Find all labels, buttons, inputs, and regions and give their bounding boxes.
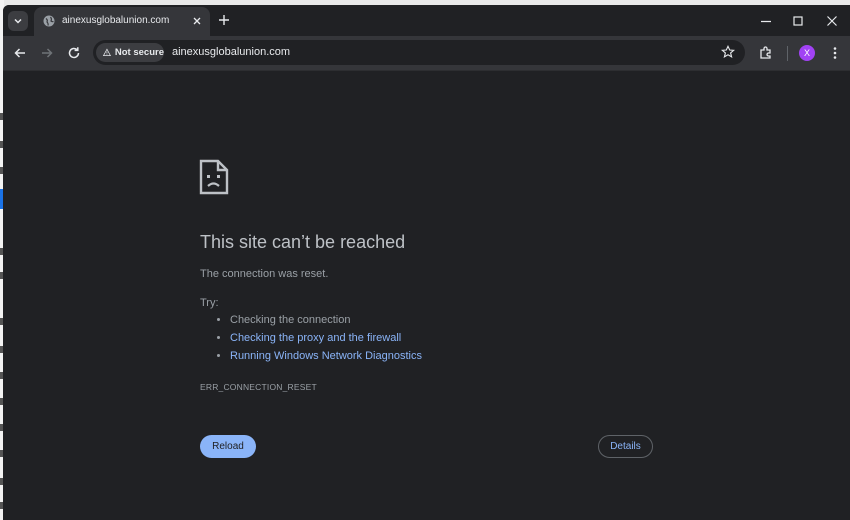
chevron-down-icon	[14, 18, 22, 24]
more-menu-icon[interactable]	[827, 45, 843, 61]
page-content: This site can’t be reached The connectio…	[3, 70, 850, 520]
suggestion-link-network-diagnostics[interactable]: Running Windows Network Diagnostics	[230, 350, 422, 362]
globe-icon	[43, 15, 55, 27]
forward-arrow-icon[interactable]	[39, 45, 55, 61]
new-tab-plus-icon[interactable]	[217, 13, 231, 27]
suggestion-item: Checking the connection	[230, 311, 422, 329]
security-label: Not secure	[114, 47, 164, 58]
reload-button[interactable]: Reload	[200, 435, 256, 458]
suggestions-list: Checking the connection Checking the pro…	[213, 311, 422, 365]
suggestion-item[interactable]: Checking the proxy and the firewall	[230, 329, 422, 347]
tab-title: ainexusglobalunion.com	[62, 15, 170, 26]
close-icon[interactable]	[191, 15, 203, 27]
bookmark-star-icon[interactable]	[721, 45, 735, 59]
suggestion-link-proxy-firewall[interactable]: Checking the proxy and the firewall	[230, 332, 401, 344]
back-arrow-icon[interactable]	[12, 45, 28, 61]
extensions-puzzle-icon[interactable]	[758, 45, 774, 61]
toolbar: Not secure ainexusglobalunion.com X	[3, 36, 850, 70]
browser-window: ainexusglobalunion.com Not secure ainexu…	[3, 5, 850, 520]
tab-active[interactable]: ainexusglobalunion.com	[34, 7, 210, 36]
warning-triangle-icon	[103, 48, 111, 57]
tab-strip: ainexusglobalunion.com	[3, 5, 850, 36]
try-label: Try:	[200, 297, 219, 309]
error-headline: This site can’t be reached	[200, 232, 406, 252]
window-close-icon[interactable]	[825, 14, 839, 28]
address-bar[interactable]: Not secure ainexusglobalunion.com	[93, 40, 745, 65]
error-code: ERR_CONNECTION_RESET	[200, 382, 317, 392]
tab-search-button[interactable]	[8, 11, 28, 31]
url-text[interactable]: ainexusglobalunion.com	[172, 46, 290, 58]
suggestion-text-connection: Checking the connection	[230, 314, 351, 326]
maximize-icon[interactable]	[791, 14, 805, 28]
toolbar-divider	[787, 46, 788, 61]
reload-icon[interactable]	[66, 45, 82, 61]
details-button[interactable]: Details	[598, 435, 653, 458]
profile-avatar[interactable]: X	[799, 45, 815, 61]
minimize-icon[interactable]	[759, 14, 773, 28]
sad-page-icon	[199, 159, 229, 195]
security-chip[interactable]: Not secure	[96, 43, 164, 62]
error-description: The connection was reset.	[200, 268, 329, 280]
suggestion-item[interactable]: Running Windows Network Diagnostics	[230, 347, 422, 365]
